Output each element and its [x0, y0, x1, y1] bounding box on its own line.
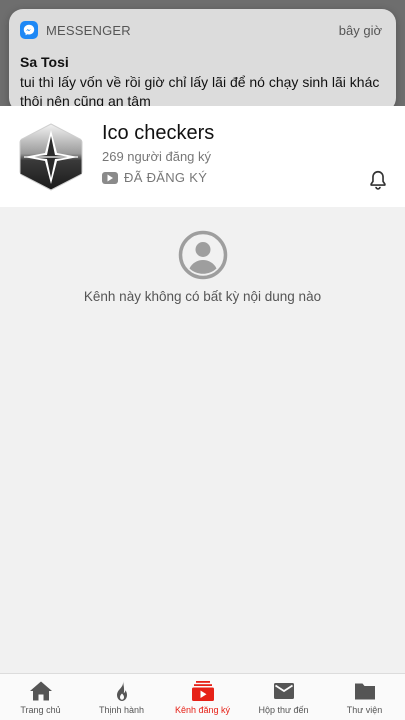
notification-app-name: MESSENGER [46, 22, 131, 38]
subscribed-button[interactable]: ĐÃ ĐĂNG KÝ [102, 170, 207, 185]
bottom-navigation: Trang chủ Thịnh hành Kênh đăng ký Hộp th… [0, 673, 405, 720]
home-icon [29, 681, 52, 701]
subscriber-count: 269 người đăng ký [102, 149, 212, 164]
nav-label-subscriptions: Kênh đăng ký [174, 705, 231, 715]
messenger-notification[interactable]: MESSENGER bây giờ Sa Tosi tui thì lấy vố… [9, 9, 396, 112]
nav-label-trending: Thịnh hành [98, 705, 145, 715]
subscribed-label: ĐÃ ĐĂNG KÝ [124, 170, 208, 185]
nav-label-library: Thư viện [346, 705, 383, 715]
nav-subscriptions[interactable]: Kênh đăng ký [162, 674, 243, 720]
empty-state: Kênh này không có bất kỳ nội dung nào [0, 207, 405, 673]
account-circle-icon [178, 230, 228, 280]
mail-icon [273, 683, 294, 699]
channel-title: Ico checkers [102, 122, 215, 144]
folder-icon [354, 683, 375, 700]
nav-label-home: Trang chủ [20, 705, 61, 715]
nav-trending[interactable]: Thịnh hành [81, 674, 162, 720]
youtube-icon [102, 171, 118, 184]
messenger-icon [20, 21, 38, 39]
empty-state-message: Kênh này không có bất kỳ nội dung nào [83, 289, 322, 304]
nav-inbox[interactable]: Hộp thư đến [243, 674, 324, 720]
star-logo-icon[interactable] [16, 122, 86, 192]
bell-icon[interactable] [367, 169, 389, 191]
nav-library[interactable]: Thư viện [324, 674, 405, 720]
channel-header: Ico checkers 269 người đăng ký ĐÃ ĐĂNG K… [0, 106, 405, 207]
subscriptions-icon [191, 681, 214, 701]
nav-home[interactable]: Trang chủ [0, 674, 81, 720]
notification-header: MESSENGER bây giờ [20, 20, 382, 40]
notification-sender: Sa Tosi [20, 54, 69, 70]
nav-label-inbox: Hộp thư đến [258, 705, 309, 715]
notification-time: bây giờ [338, 22, 382, 38]
flame-icon [116, 681, 127, 701]
